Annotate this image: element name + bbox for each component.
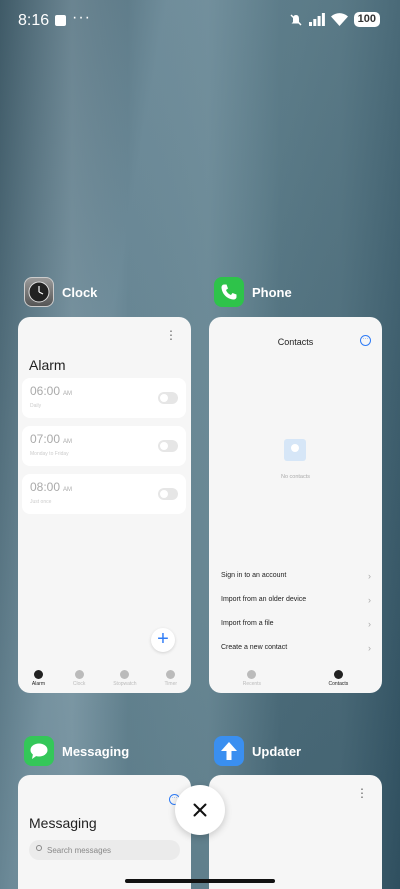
chevron-right-icon: ›	[368, 619, 371, 629]
nav-label: Alarm	[31, 681, 45, 687]
nav-item-recents: Recents	[243, 670, 261, 687]
nav-item-clock: Clock	[72, 670, 86, 687]
screen-title: Contacts	[277, 337, 314, 347]
alarm-time: 07:00	[30, 432, 61, 446]
stopwatch-icon	[120, 670, 130, 679]
phone-icon	[214, 277, 244, 307]
alarm-toggle	[158, 392, 178, 404]
option-row: Create a new contact ›	[221, 643, 371, 653]
option-label: Create a new contact	[221, 644, 288, 651]
updater-icon	[214, 736, 244, 766]
home-indicator[interactable]	[125, 879, 275, 883]
contacts-icon	[333, 670, 343, 679]
bottom-nav: Alarm Clock Stopwatch Timer	[18, 670, 191, 687]
alarm-repeat: Monday to Friday	[30, 451, 69, 457]
option-label: Import from an older device	[221, 596, 307, 603]
app-header-messaging[interactable]: Messaging	[24, 736, 129, 766]
app-name: Messaging	[62, 743, 130, 759]
status-time: 8:16	[18, 12, 50, 29]
app-header-updater[interactable]: Updater	[214, 736, 301, 766]
nav-item-alarm: Alarm	[32, 670, 45, 687]
app-card-phone[interactable]: Contacts ··· No contacts Sign in to an a…	[209, 317, 382, 693]
chevron-right-icon: ›	[368, 643, 371, 653]
app-name: Clock	[62, 284, 98, 300]
search-icon	[36, 845, 42, 851]
signal-icon	[308, 13, 325, 26]
status-icons: 100	[289, 12, 380, 27]
recents-icon	[247, 670, 257, 679]
app-card-updater[interactable]: ⋮	[209, 775, 382, 889]
mute-icon	[290, 14, 302, 25]
wifi-icon	[330, 13, 348, 26]
more-options-icon: ⋮	[356, 786, 368, 800]
alarm-ampm: AM	[63, 439, 73, 445]
status-bar: 8:16 ··· 100	[0, 0, 400, 40]
alarm-ampm: AM	[63, 391, 73, 397]
clock-icon	[74, 670, 84, 679]
alarm-toggle	[158, 488, 178, 500]
more-dots-icon: ···	[72, 9, 91, 26]
search-placeholder: Search messages	[47, 846, 112, 855]
search-field: Search messages	[29, 840, 180, 860]
empty-state-text: No contacts	[280, 474, 311, 480]
nav-item-timer: Timer	[164, 670, 177, 687]
option-row: Import from a file ›	[221, 619, 371, 629]
alarm-repeat: Daily	[30, 403, 42, 409]
chevron-right-icon: ›	[368, 595, 371, 605]
alarm-item: 08:00 AM Just once	[22, 474, 186, 514]
close-icon	[193, 803, 207, 817]
alarm-repeat: Just once	[30, 499, 52, 505]
notification-square-icon	[55, 15, 66, 26]
app-card-clock[interactable]: ⋮ Alarm 06:00 AM Daily 07:00 AM Monday to …	[18, 317, 191, 693]
screen-title: Alarm	[29, 357, 66, 373]
clear-all-button[interactable]	[175, 785, 225, 835]
alarm-time: 06:00	[30, 384, 61, 398]
nav-label: Recents	[242, 681, 262, 687]
alarm-item: 07:00 AM Monday to Friday	[22, 426, 186, 466]
chevron-right-icon: ›	[368, 571, 371, 581]
more-options-icon: ···	[360, 335, 371, 346]
alarm-ampm: AM	[63, 487, 73, 493]
messaging-icon	[24, 736, 54, 766]
nav-label: Timer	[164, 681, 178, 687]
add-alarm-icon: +	[151, 628, 175, 652]
contact-placeholder-icon	[284, 439, 306, 461]
alarm-time: 08:00	[30, 480, 61, 494]
app-header-clock[interactable]: Clock	[24, 277, 97, 307]
alarm-toggle	[158, 440, 178, 452]
option-row: Sign in to an account ›	[221, 571, 371, 581]
app-name: Phone	[252, 284, 292, 300]
more-options-icon: ⋮	[165, 328, 177, 342]
nav-item-contacts: Contacts	[328, 670, 349, 687]
bottom-nav: Recents Contacts	[209, 670, 382, 687]
option-row: Import from an older device ›	[221, 595, 371, 605]
nav-item-stopwatch: Stopwatch	[113, 670, 137, 687]
clock-icon	[24, 277, 54, 307]
app-name: Updater	[252, 743, 302, 759]
nav-label: Clock	[72, 681, 86, 687]
app-card-messaging[interactable]: ··· Messaging Search messages	[18, 775, 191, 889]
alarm-item: 06:00 AM Daily	[22, 378, 186, 418]
nav-label: Stopwatch	[113, 681, 137, 687]
timer-icon	[166, 670, 176, 679]
option-label: Import from a file	[221, 620, 274, 627]
battery-icon: 100	[353, 12, 380, 27]
option-label: Sign in to an account	[221, 572, 287, 579]
app-header-phone[interactable]: Phone	[214, 277, 292, 307]
screen-title: Messaging	[29, 815, 97, 831]
nav-label: Contacts	[328, 681, 349, 687]
alarm-icon	[33, 670, 43, 679]
